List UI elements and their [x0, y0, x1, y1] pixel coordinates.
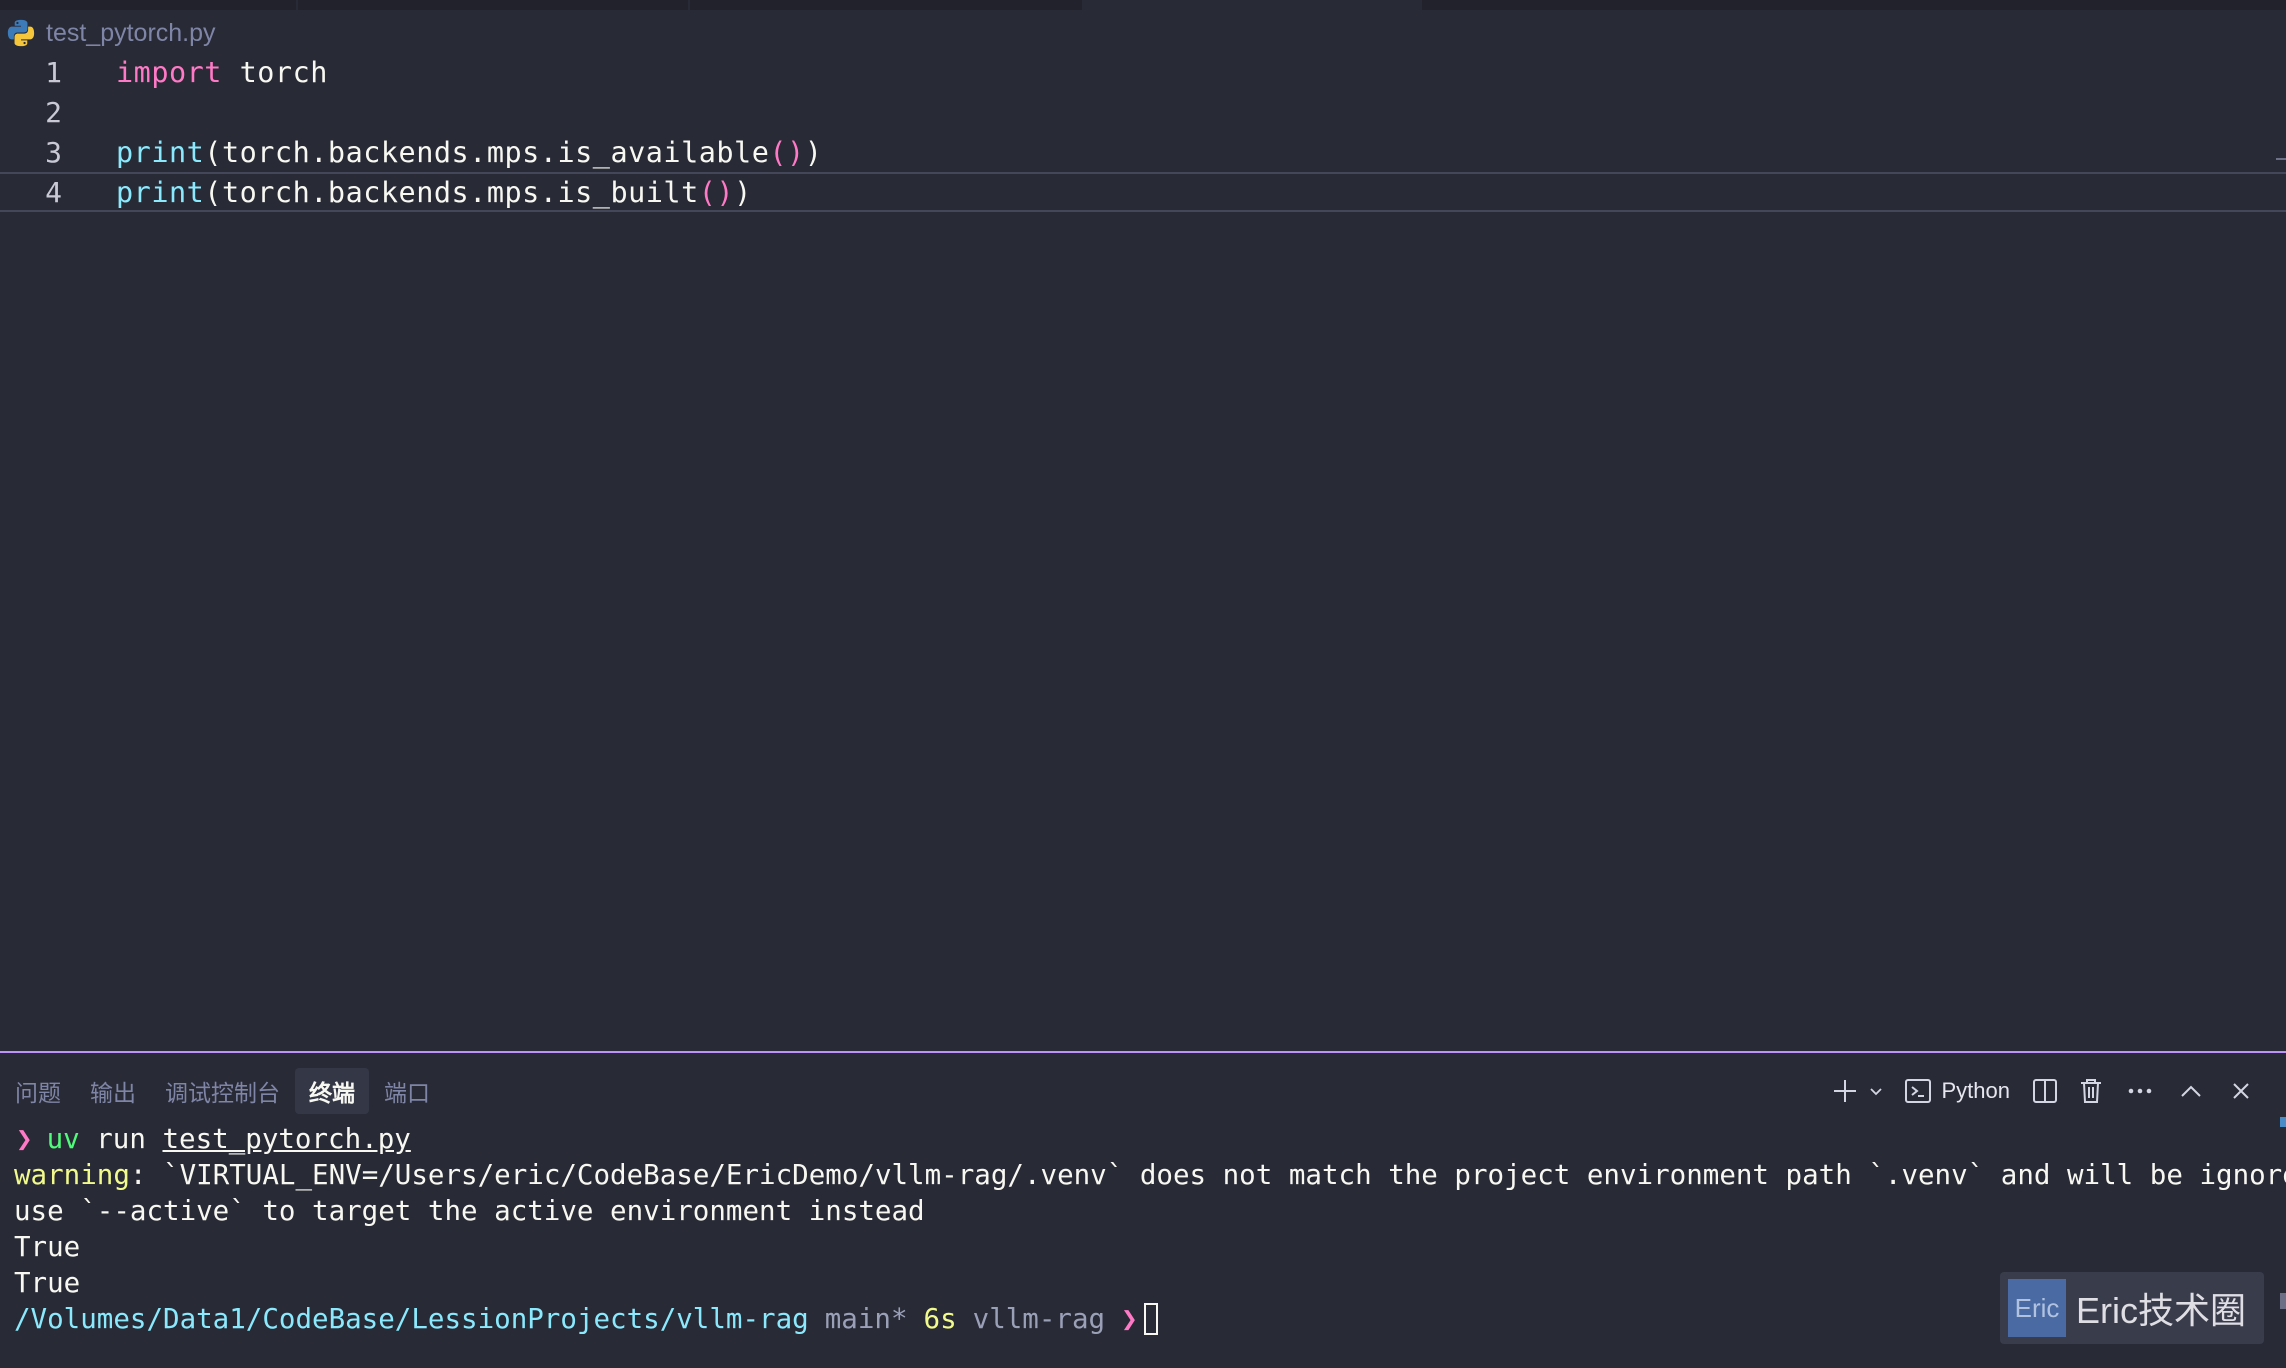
- plus-icon: [1833, 1080, 1856, 1102]
- kill-terminal-button[interactable]: [2068, 1071, 2114, 1111]
- code-token: ): [734, 175, 752, 209]
- tab-output[interactable]: 输出: [76, 1068, 150, 1114]
- code-line[interactable]: 2: [0, 92, 2286, 132]
- terminal-line: ❯ uv run test_pytorch.py: [0, 1121, 2286, 1157]
- code-text: print(torch.backends.mps.is_available()): [116, 136, 822, 169]
- warning-text: : `VIRTUAL_ENV=/Users/eric/CodeBase/Eric…: [129, 1159, 2286, 1191]
- trash-icon: [2081, 1079, 2101, 1103]
- line-number: 3: [45, 135, 62, 169]
- panel-actions: Python: [1828, 1069, 2267, 1113]
- command-args: run: [79, 1123, 163, 1155]
- code-token: torch: [221, 55, 328, 89]
- prompt-venv: vllm-rag: [972, 1303, 1106, 1335]
- output-line: True: [14, 1267, 81, 1299]
- code-token: (torch.backends.mps.is_built: [204, 175, 699, 209]
- watermark-badge: Eric: [2008, 1279, 2066, 1337]
- code-token: (): [698, 175, 735, 209]
- tab-edge[interactable]: [298, 0, 688, 10]
- close-icon: [2233, 1083, 2249, 1099]
- line-number: 1: [45, 55, 62, 89]
- code-token: ): [804, 135, 823, 169]
- breadcrumb[interactable]: test_pytorch.py: [6, 16, 216, 50]
- prompt-arrow: ❯: [1121, 1303, 1138, 1335]
- code-line[interactable]: 1 import torch: [0, 52, 2286, 92]
- command-file-link[interactable]: test_pytorch.py: [162, 1123, 410, 1155]
- close-panel-button[interactable]: [2216, 1071, 2266, 1111]
- code-token: (torch.backends.mps.is_available: [204, 135, 770, 169]
- overview-ruler-mark: [2276, 158, 2286, 160]
- prompt-arrow: ❯: [16, 1123, 33, 1155]
- tab-debug-console[interactable]: 调试控制台: [151, 1068, 294, 1114]
- add-terminal-button[interactable]: [1828, 1071, 1862, 1111]
- code-line[interactable]: 3 print(torch.backends.mps.is_available()…: [0, 132, 2286, 172]
- line-number: 4: [45, 175, 62, 209]
- code-token: print: [116, 175, 205, 209]
- chevron-up-icon: [2181, 1085, 2201, 1097]
- terminal-dropdown-button[interactable]: [1862, 1071, 1890, 1111]
- tab-terminal[interactable]: 终端: [295, 1068, 369, 1114]
- more-actions-button[interactable]: [2114, 1071, 2166, 1111]
- tab-edge[interactable]: [690, 0, 1082, 10]
- code-line[interactable]: 4 print(torch.backends.mps.is_built()): [0, 172, 2286, 212]
- terminal-line: use `--active` to target the active envi…: [0, 1193, 2286, 1229]
- terminal-line: True: [0, 1229, 2286, 1265]
- command-binary: uv: [46, 1123, 80, 1155]
- split-icon: [2033, 1079, 2057, 1103]
- python-file-icon: [7, 19, 35, 47]
- chevron-down-icon: [1869, 1088, 1882, 1096]
- terminal-output[interactable]: ❯ uv run test_pytorch.py warning: `VIRTU…: [0, 1121, 2286, 1337]
- breadcrumb-file-label[interactable]: test_pytorch.py: [46, 19, 216, 48]
- code-token: import: [116, 55, 222, 89]
- terminal-icon: [1904, 1079, 1931, 1103]
- panel-tabs: 问题 输出 调试控制台 终端 端口: [0, 1068, 444, 1114]
- code-token: print: [116, 135, 205, 169]
- line-number: 2: [45, 95, 62, 129]
- tab-ports[interactable]: 端口: [370, 1068, 444, 1114]
- output-line: True: [14, 1231, 81, 1263]
- terminal-line: warning: `VIRTUAL_ENV=/Users/eric/CodeBa…: [0, 1157, 2286, 1193]
- prompt-duration: 6s: [923, 1303, 957, 1335]
- watermark-text: Eric技术圈: [2076, 1290, 2246, 1331]
- watermark: Eric Eric技术圈: [2000, 1272, 2264, 1344]
- terminal-prompt-line: /Volumes/Data1/CodeBase/LessionProjects/…: [0, 1301, 2286, 1337]
- editor-tab-bar-edge: [0, 0, 2286, 10]
- code-editor[interactable]: 1 import torch 2 3 print(torch.backends.mps.…: [0, 52, 2286, 212]
- scrollbar-marker: [2280, 1117, 2286, 1127]
- code-text: import torch: [116, 56, 328, 89]
- ellipsis-icon: [2128, 1088, 2152, 1094]
- maximize-panel-button[interactable]: [2166, 1071, 2216, 1111]
- tab-problems[interactable]: 问题: [1, 1068, 75, 1114]
- terminal-shell-selector[interactable]: Python: [1904, 1071, 2011, 1111]
- prompt-cwd: /Volumes/Data1/CodeBase/LessionProjects/…: [14, 1303, 809, 1335]
- warning-label: warning: [14, 1159, 130, 1191]
- split-terminal-button[interactable]: [2022, 1071, 2068, 1111]
- shell-label: Python: [1941, 1078, 2011, 1103]
- tab-edge[interactable]: [0, 0, 296, 10]
- terminal-line: True: [0, 1265, 2286, 1301]
- code-text: print(torch.backends.mps.is_built()): [116, 176, 752, 209]
- prompt-git-branch: main*: [824, 1303, 908, 1335]
- code-token: (): [769, 135, 805, 169]
- bottom-panel: 问题 输出 调试控制台 终端 端口 Python ❯ uv run test_p…: [0, 1051, 2286, 1368]
- tab-edge[interactable]: [1422, 0, 2286, 10]
- scrollbar-marker: [2280, 1293, 2286, 1309]
- warning-text-continued: use `--active` to target the active envi…: [14, 1195, 925, 1227]
- terminal-cursor[interactable]: [1143, 1303, 1158, 1335]
